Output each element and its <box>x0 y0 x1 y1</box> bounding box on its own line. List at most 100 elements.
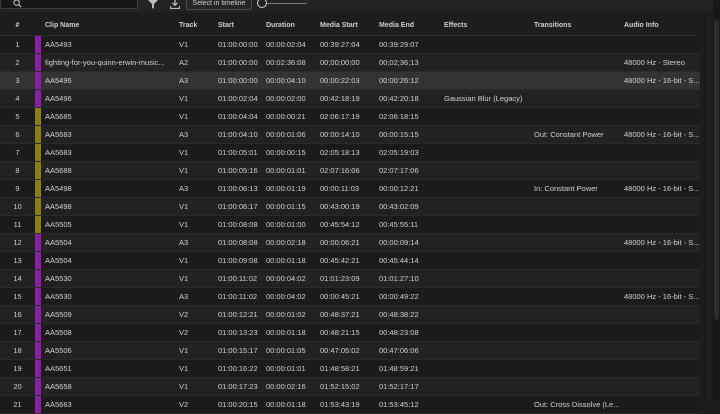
cell-media-end: 00:45:44:14 <box>376 251 441 270</box>
cell-effects <box>441 215 531 234</box>
table-row[interactable]: 12 AA5504 A3 01:00:08:08 00:00:02:18 00:00:06… <box>0 233 700 252</box>
table-row[interactable]: 19 AA5651 V1 01:00:16:22 00:00:01:01 01:48:58… <box>0 359 700 378</box>
col-header-audio-info[interactable]: Audio Info <box>621 16 700 36</box>
label-color-swatch <box>35 234 41 251</box>
table-row[interactable]: 6 AA5683 A3 01:00:04:10 00:00:01:06 00:00:14:… <box>0 125 700 144</box>
col-header-track[interactable]: Track <box>176 16 215 36</box>
cell-duration: 00:00:02:04 <box>263 35 317 54</box>
cell-row-number: 15 <box>0 287 35 306</box>
filter-icon[interactable] <box>148 0 158 9</box>
cell-media-start: 02:05:18:13 <box>317 143 376 162</box>
cell-start-timecode: 01:00:00:00 <box>215 71 263 90</box>
cell-media-end: 00:00:15:15 <box>376 125 441 144</box>
cell-media-end: 00:42:20:18 <box>376 89 441 108</box>
col-header-transitions[interactable]: Transitions <box>531 16 621 36</box>
cell-media-start: 00:42:18:19 <box>317 89 376 108</box>
label-color-swatch <box>35 396 41 413</box>
cell-duration: 00:00:02:16 <box>263 377 317 396</box>
table-row[interactable]: 2 fighting-for-you-quinn-erwin-music... A2… <box>0 53 700 72</box>
col-header-effects[interactable]: Effects <box>441 16 531 36</box>
cell-effects <box>441 269 531 288</box>
cell-media-end: 00:48:23:08 <box>376 323 441 342</box>
col-header-media-start[interactable]: Media Start <box>317 16 376 36</box>
cell-track: V2 <box>176 323 215 342</box>
table-row[interactable]: 9 AA5498 A3 01:00:06:13 00:00:01:19 00:00:11:… <box>0 179 700 198</box>
cell-row-number: 17 <box>0 323 35 342</box>
cell-label-color <box>35 161 42 180</box>
cell-media-start: 00:00:22:03 <box>317 71 376 90</box>
label-color-swatch <box>35 108 41 125</box>
cell-effects <box>441 143 531 162</box>
cell-track: V2 <box>176 305 215 324</box>
cell-label-color <box>35 53 42 72</box>
cell-clip-name: AA5530 <box>42 269 176 288</box>
table-row[interactable]: 3 AA5496 A3 01:00:00:00 00:00:04:10 00:00:22:… <box>0 71 700 90</box>
cell-track: V1 <box>176 89 215 108</box>
select-in-timeline-button[interactable]: Select in timeline <box>186 0 252 10</box>
cell-transitions <box>531 71 621 90</box>
cell-row-number: 21 <box>0 395 35 414</box>
col-header-start[interactable]: Start <box>215 16 263 36</box>
table-row[interactable]: 11 AA5505 V1 01:00:08:08 00:00:01:00 00:45:54… <box>0 215 700 234</box>
cell-audio-info: 48000 Hz - 16-bit - S... <box>621 287 700 306</box>
table-row[interactable]: 13 AA5504 V1 01:00:09:08 00:00:01:18 00:45:42… <box>0 251 700 270</box>
cell-clip-name: AA5504 <box>42 233 176 252</box>
cell-duration: 00:00:00:21 <box>263 107 317 126</box>
cell-audio-info <box>621 197 700 216</box>
cell-label-color <box>35 35 42 54</box>
label-color-swatch <box>35 378 41 395</box>
export-icon[interactable] <box>170 0 180 9</box>
cell-effects <box>441 53 531 72</box>
cell-media-end: 01:52:17:17 <box>376 377 441 396</box>
cell-row-number: 16 <box>0 305 35 324</box>
table-row[interactable]: 5 AA5685 V1 01:00:04:04 00:00:00:21 02:06:17:… <box>0 107 700 126</box>
cell-track: V1 <box>176 161 215 180</box>
table-row[interactable]: 8 AA5688 V1 01:00:05:16 00:00:01:01 02:07:16:… <box>0 161 700 180</box>
cell-audio-info <box>621 395 700 414</box>
table-row[interactable]: 16 AA5509 V2 01:00:12:21 00:00:01:02 00:48:37… <box>0 305 700 324</box>
cell-clip-name: AA5508 <box>42 323 176 342</box>
cell-duration: 00:00:01:15 <box>263 197 317 216</box>
cell-label-color <box>35 71 42 90</box>
cell-start-timecode: 01:00:09:08 <box>215 251 263 270</box>
cell-start-timecode: 01:00:06:13 <box>215 179 263 198</box>
cell-label-color <box>35 107 42 126</box>
cell-label-color <box>35 395 42 414</box>
label-color-swatch <box>35 324 41 341</box>
cell-media-end: 00:45:55:11 <box>376 215 441 234</box>
cell-track: V1 <box>176 377 215 396</box>
cell-row-number: 13 <box>0 251 35 270</box>
table-row[interactable]: 1 AA5493 V1 01:00:00:00 00:00:02:04 00:39:27:… <box>0 35 700 54</box>
vertical-scrollbar[interactable] <box>713 0 720 400</box>
col-header-number[interactable]: # <box>0 16 35 36</box>
table-row[interactable]: 18 AA5506 V1 01:00:15:17 00:00:01:05 00:47:05… <box>0 341 700 360</box>
table-row[interactable]: 15 AA5530 A3 01:00:11:02 00:00:04:02 00:00:45… <box>0 287 700 306</box>
scrollbar-thumb[interactable] <box>714 20 719 320</box>
label-color-swatch <box>35 252 41 269</box>
col-header-clip-name[interactable]: Clip Name <box>42 16 176 36</box>
cell-audio-info <box>621 35 700 54</box>
table-row[interactable]: 17 AA5508 V2 01:00:13:23 00:00:01:18 00:48:21… <box>0 323 700 342</box>
cell-row-number: 14 <box>0 269 35 288</box>
col-header-media-end[interactable]: Media End <box>376 16 441 36</box>
table-row[interactable]: 7 AA5683 V1 01:00:05:01 00:00:00:15 02:05:18:… <box>0 143 700 162</box>
cell-audio-info <box>621 305 700 324</box>
col-header-duration[interactable]: Duration <box>263 16 317 36</box>
cell-row-number: 5 <box>0 107 35 126</box>
toggle-knob[interactable] <box>257 0 267 8</box>
cell-audio-info <box>621 89 700 108</box>
toggle-track[interactable] <box>267 3 307 4</box>
table-row[interactable]: 21 AA5663 V2 01:00:20:15 00:00:01:18 01:53:43… <box>0 395 700 414</box>
table-row[interactable]: 20 AA5658 V1 01:00:17:23 00:00:02:16 01:52:15… <box>0 377 700 396</box>
search-input[interactable] <box>0 0 138 9</box>
cell-audio-info: 48000 Hz - 16-bit - S... <box>621 125 700 144</box>
cell-start-timecode: 01:00:02:04 <box>215 89 263 108</box>
cell-track: V1 <box>176 215 215 234</box>
cell-track: V1 <box>176 107 215 126</box>
cell-clip-name: AA5505 <box>42 215 176 234</box>
table-row[interactable]: 14 AA5530 V1 01:00:11:02 00:00:04:02 01:01:23… <box>0 269 700 288</box>
cell-audio-info: 48000 Hz - 16-bit - S... <box>621 71 700 90</box>
table-row[interactable]: 10 AA5498 V1 01:00:06:17 00:00:01:15 00:43:00… <box>0 197 700 216</box>
table-row[interactable]: 4 AA5496 V1 01:00:02:04 00:00:02:00 00:42:18:… <box>0 89 700 108</box>
cell-duration: 00:00:04:10 <box>263 71 317 90</box>
